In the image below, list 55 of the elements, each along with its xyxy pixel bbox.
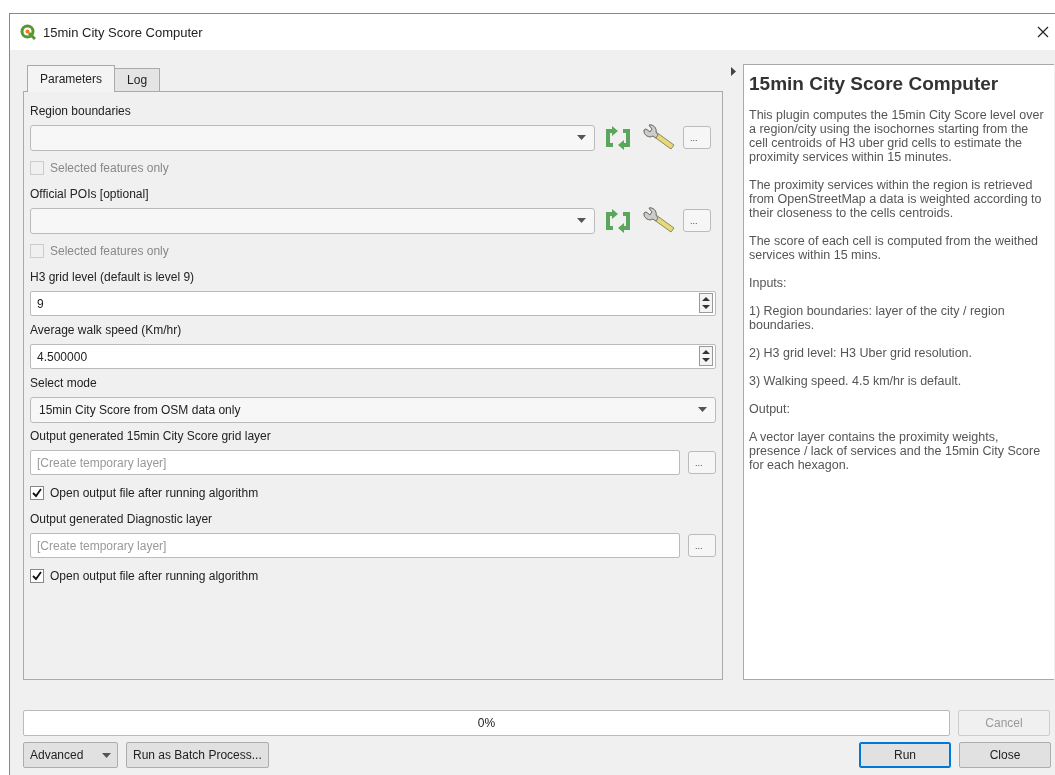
dialog-button[interactable]: Run <box>859 742 951 768</box>
advanced-menu-button[interactable]: Advanced <box>23 742 118 768</box>
help-text: The proximity services within the region is retrieved from OpenStreetMap a data is weighted according to their closeness to the cells centroids. <box>749 178 1043 220</box>
field-label: H3 grid level (default is level 9) <box>30 269 196 286</box>
help-text: 3) Walking speed. 4.5 km/hr is default. <box>749 374 963 388</box>
help-title: 15min City Score Computer <box>749 73 1000 95</box>
checkbox-label: Open output file after running algorithm <box>50 486 259 500</box>
browse-button[interactable]: ... <box>688 534 716 557</box>
checkbox-label: Open output file after running algorithm <box>50 569 259 583</box>
output-field[interactable]: [Create temporary layer] <box>30 450 680 475</box>
spin-arrows-icon[interactable] <box>699 346 713 366</box>
checkbox-label: Selected features only <box>50 161 169 175</box>
window-title: 15min City Score Computer <box>43 24 204 40</box>
help-text: 2) H3 grid level: H3 Uber grid resolution. <box>749 346 974 360</box>
field-label: Select mode <box>30 375 98 392</box>
field-label: Output generated Diagnostic layer <box>30 511 214 528</box>
help-text: The score of each cell is computed from the weithed services within 15 mins. <box>749 234 1040 262</box>
close-icon[interactable] <box>1037 26 1049 38</box>
dropdown-arrow-icon <box>102 752 111 758</box>
help-text: A vector layer contains the proximity weights, presence / lack of services and the 15min City Score for each hexagon. <box>749 430 1042 472</box>
spin-box[interactable]: 9 <box>30 291 716 316</box>
dropdown-arrow-icon <box>698 407 707 412</box>
checkbox[interactable] <box>30 569 44 583</box>
tab[interactable]: Log <box>114 68 161 91</box>
layer-dropdown[interactable] <box>30 207 595 234</box>
progress-text: 0% <box>477 716 496 730</box>
field-label: Average walk speed (Km/hr) <box>30 322 183 339</box>
spin-box[interactable]: 4.500000 <box>30 344 716 369</box>
batch-button[interactable]: Run as Batch Process... <box>126 742 269 768</box>
browse-button[interactable]: ... <box>683 126 711 149</box>
help-text: Inputs: <box>749 276 788 290</box>
dropdown-arrow-icon <box>577 218 586 223</box>
collapse-arrow-icon[interactable] <box>730 67 736 76</box>
mode-dropdown[interactable]: 15min City Score from OSM data only <box>30 396 716 423</box>
field-label: Region boundaries <box>30 103 132 120</box>
browse-button[interactable]: ... <box>688 451 716 474</box>
output-field[interactable]: [Create temporary layer] <box>30 533 680 558</box>
spin-arrows-icon[interactable] <box>699 293 713 313</box>
dropdown-arrow-icon <box>577 135 586 140</box>
help-text: 1) Region boundaries: layer of the city / region boundaries. <box>749 304 1006 332</box>
wrench-icon[interactable] <box>641 123 675 152</box>
help-text: This plugin computes the 15min City Score level over a region/city using the isochornes starting from the cell centroids of H3 uber grid cells to estimate the proximity services within 15 minutes. <box>749 108 1045 164</box>
dialog-button[interactable]: Close <box>959 742 1051 768</box>
app-logo-icon <box>20 24 36 40</box>
refresh-icon[interactable] <box>603 125 633 150</box>
field-label: Output generated 15min City Score grid layer <box>30 428 272 445</box>
wrench-icon[interactable] <box>641 206 675 235</box>
browse-button[interactable]: ... <box>683 209 711 232</box>
checkbox[interactable] <box>30 486 44 500</box>
help-text: Output: <box>749 402 791 416</box>
layer-dropdown[interactable] <box>30 124 595 151</box>
tab[interactable]: Parameters <box>27 65 116 92</box>
refresh-icon[interactable] <box>603 208 633 233</box>
checkbox-label: Selected features only <box>50 244 169 258</box>
field-label: Official POIs [optional] <box>30 186 150 203</box>
